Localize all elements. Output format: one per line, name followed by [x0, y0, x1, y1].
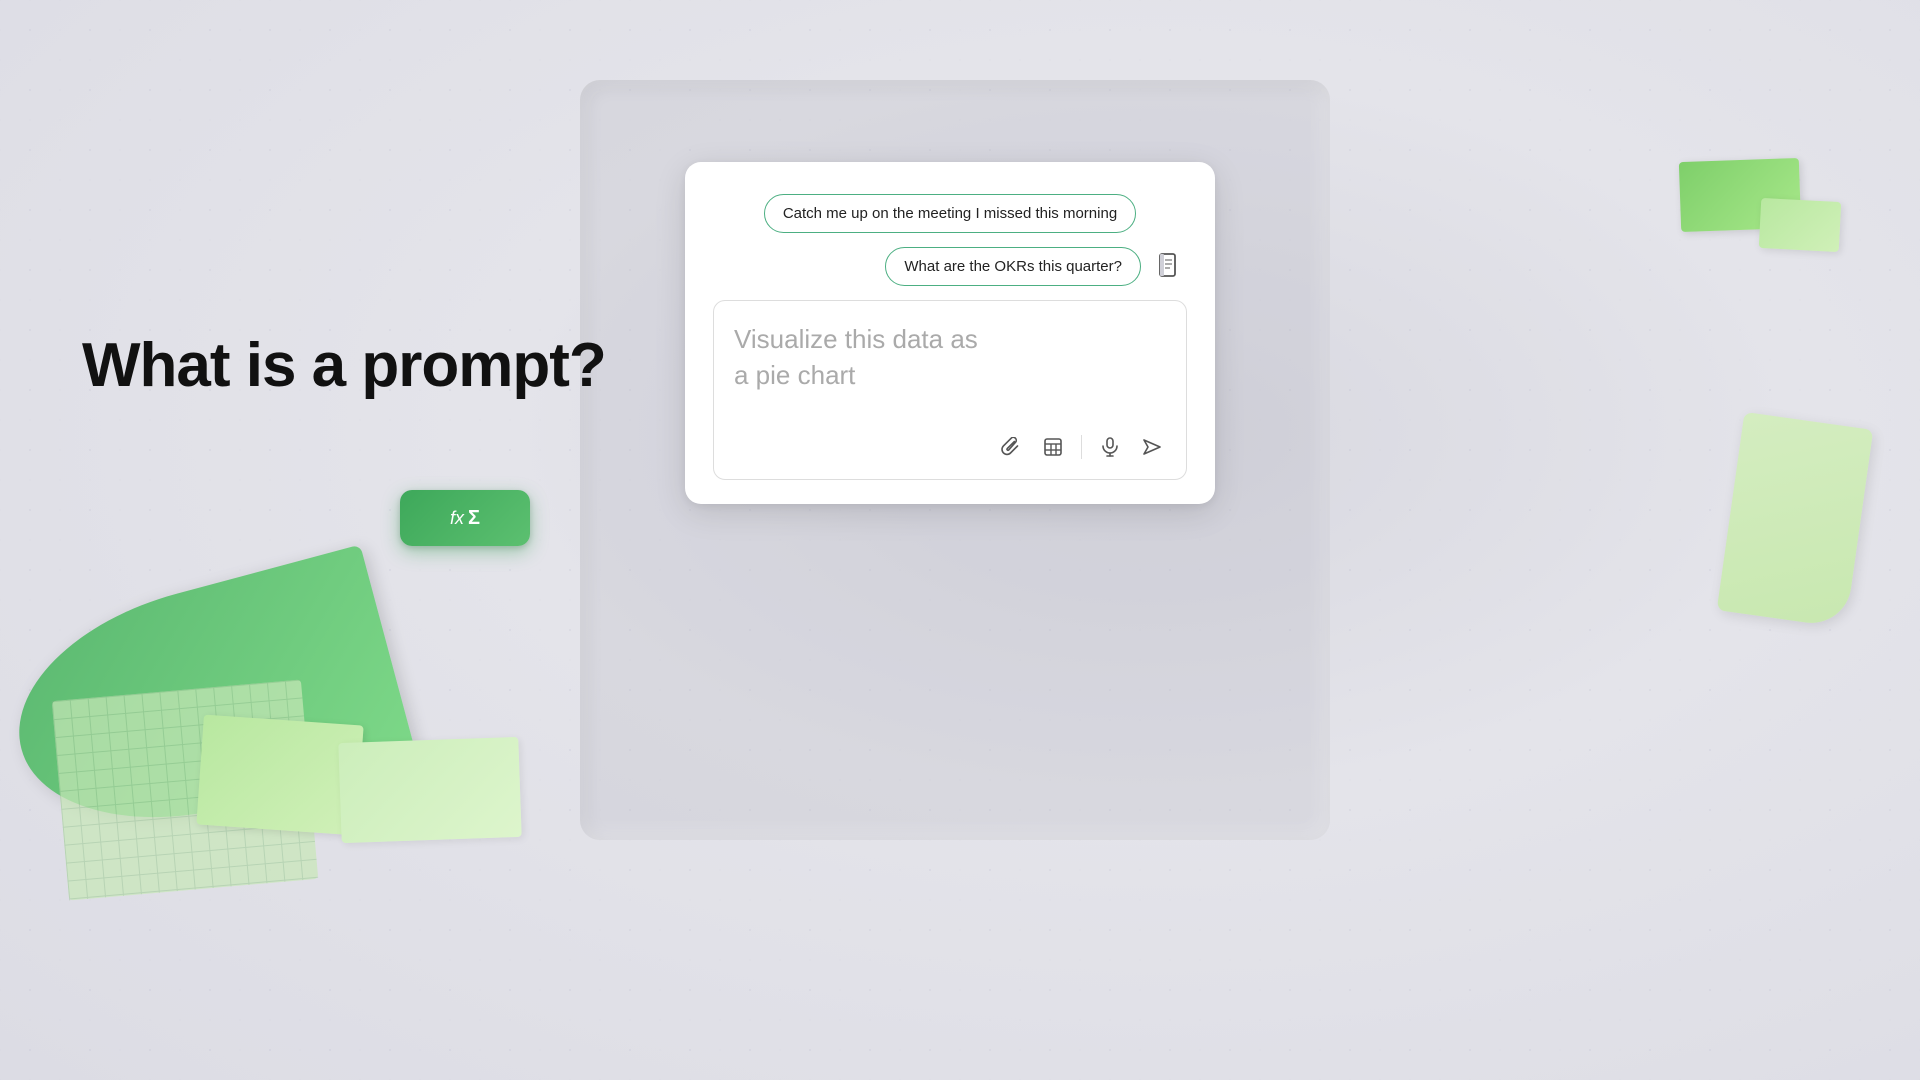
chip-row-1: Catch me up on the meeting I missed this…	[713, 194, 1187, 233]
input-placeholder-text: Visualize this data asa pie chart	[734, 321, 1166, 394]
chip-row-2: What are the OKRs this quarter?	[713, 247, 1187, 286]
excel-fx-label: fx	[450, 508, 464, 529]
excel-formula-button[interactable]: fx Σ	[400, 490, 530, 546]
mic-button[interactable]	[1092, 429, 1128, 465]
toolbar-divider	[1081, 435, 1082, 459]
attach-button[interactable]	[993, 429, 1029, 465]
heading-text: What is a prompt?	[82, 331, 606, 400]
chip-meeting-text: Catch me up on the meeting I missed this…	[783, 205, 1117, 222]
send-button[interactable]	[1134, 429, 1170, 465]
book-icon[interactable]	[1151, 249, 1187, 285]
table-button[interactable]	[1035, 429, 1071, 465]
chip-meeting[interactable]: Catch me up on the meeting I missed this…	[764, 194, 1136, 233]
deco-sticky-top-right-2	[1759, 198, 1842, 252]
chip-okr-text: What are the OKRs this quarter?	[904, 258, 1122, 275]
deco-sticky-bl-2	[338, 737, 521, 843]
input-toolbar	[993, 429, 1170, 465]
prompt-input-area[interactable]: Visualize this data asa pie chart	[713, 300, 1187, 480]
main-heading: What is a prompt?	[82, 330, 606, 401]
chat-card: Catch me up on the meeting I missed this…	[685, 162, 1215, 504]
chip-okr[interactable]: What are the OKRs this quarter?	[885, 247, 1141, 286]
excel-sigma-label: Σ	[468, 507, 480, 530]
